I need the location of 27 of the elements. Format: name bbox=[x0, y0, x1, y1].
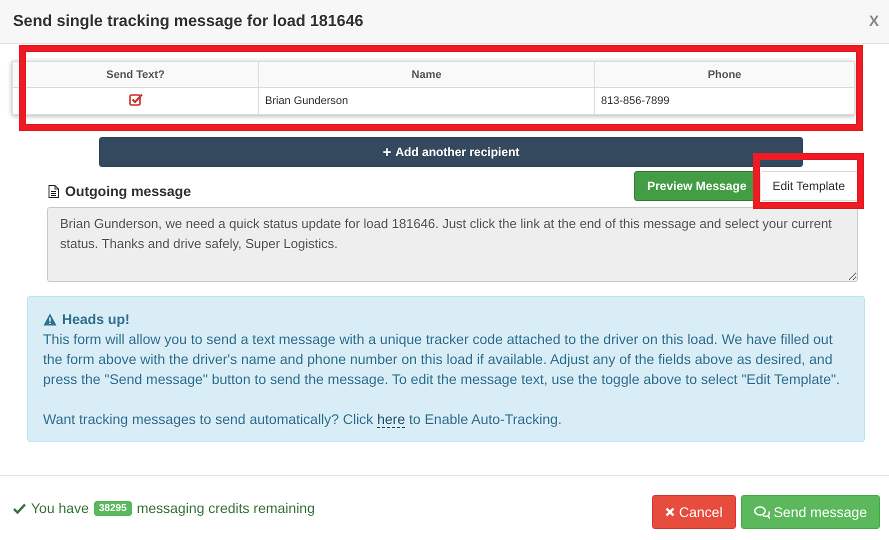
message-field[interactable]: Brian Gunderson, we need a quick status update for load 181646. Just click the link at the end of this message and select your current status. Thanks and drive safely, Super Logistics. bbox=[47, 207, 858, 282]
alert-text: This form will allow you to send a text message with a unique tracker code attached to the driver on this load. We have filled out the form above with the driver's name and phone number on this load if available. Adjust any of the fields above as desired, and press the "Send message" button to send the message. To edit the message text, use the toggle above to select "Edit Template". bbox=[43, 330, 841, 389]
toggle-option[interactable]: Edit Template bbox=[760, 171, 858, 201]
credits-text: messaging credits remaining bbox=[136, 500, 315, 516]
alert-title: Heads up! bbox=[62, 310, 130, 329]
chat-bubbles-icon bbox=[754, 506, 770, 518]
document-icon bbox=[48, 184, 59, 198]
table-cell: 813-856-7899 bbox=[594, 88, 854, 114]
section-label: Outgoing message bbox=[65, 183, 192, 199]
credits-count: 38295 bbox=[94, 500, 132, 516]
warning-icon bbox=[43, 312, 57, 326]
cancel-button[interactable]: Cancel bbox=[652, 495, 736, 529]
column-header: Phone bbox=[594, 62, 854, 88]
checkbox-checked-icon bbox=[128, 93, 142, 106]
column-header: Send Text? bbox=[12, 62, 258, 88]
dialog-title: Send single tracking message for load 181646 bbox=[13, 12, 364, 30]
add-recipient-button[interactable]: + Add another recipient bbox=[99, 137, 803, 167]
close-icon bbox=[665, 507, 675, 517]
check-icon bbox=[13, 502, 26, 514]
auto-tracking-text: Want tracking messages to send automatically? Click here to Enable Auto-Tracking. bbox=[43, 410, 563, 429]
plus-icon: + bbox=[382, 144, 392, 160]
enable-link[interactable]: here bbox=[377, 411, 406, 428]
close-button[interactable]: X bbox=[868, 13, 879, 30]
send-text-checkbox[interactable] bbox=[128, 93, 142, 106]
table-cell: Brian Gunderson bbox=[258, 88, 594, 114]
column-header: Name bbox=[258, 62, 594, 88]
credits-text: You have bbox=[31, 500, 89, 516]
